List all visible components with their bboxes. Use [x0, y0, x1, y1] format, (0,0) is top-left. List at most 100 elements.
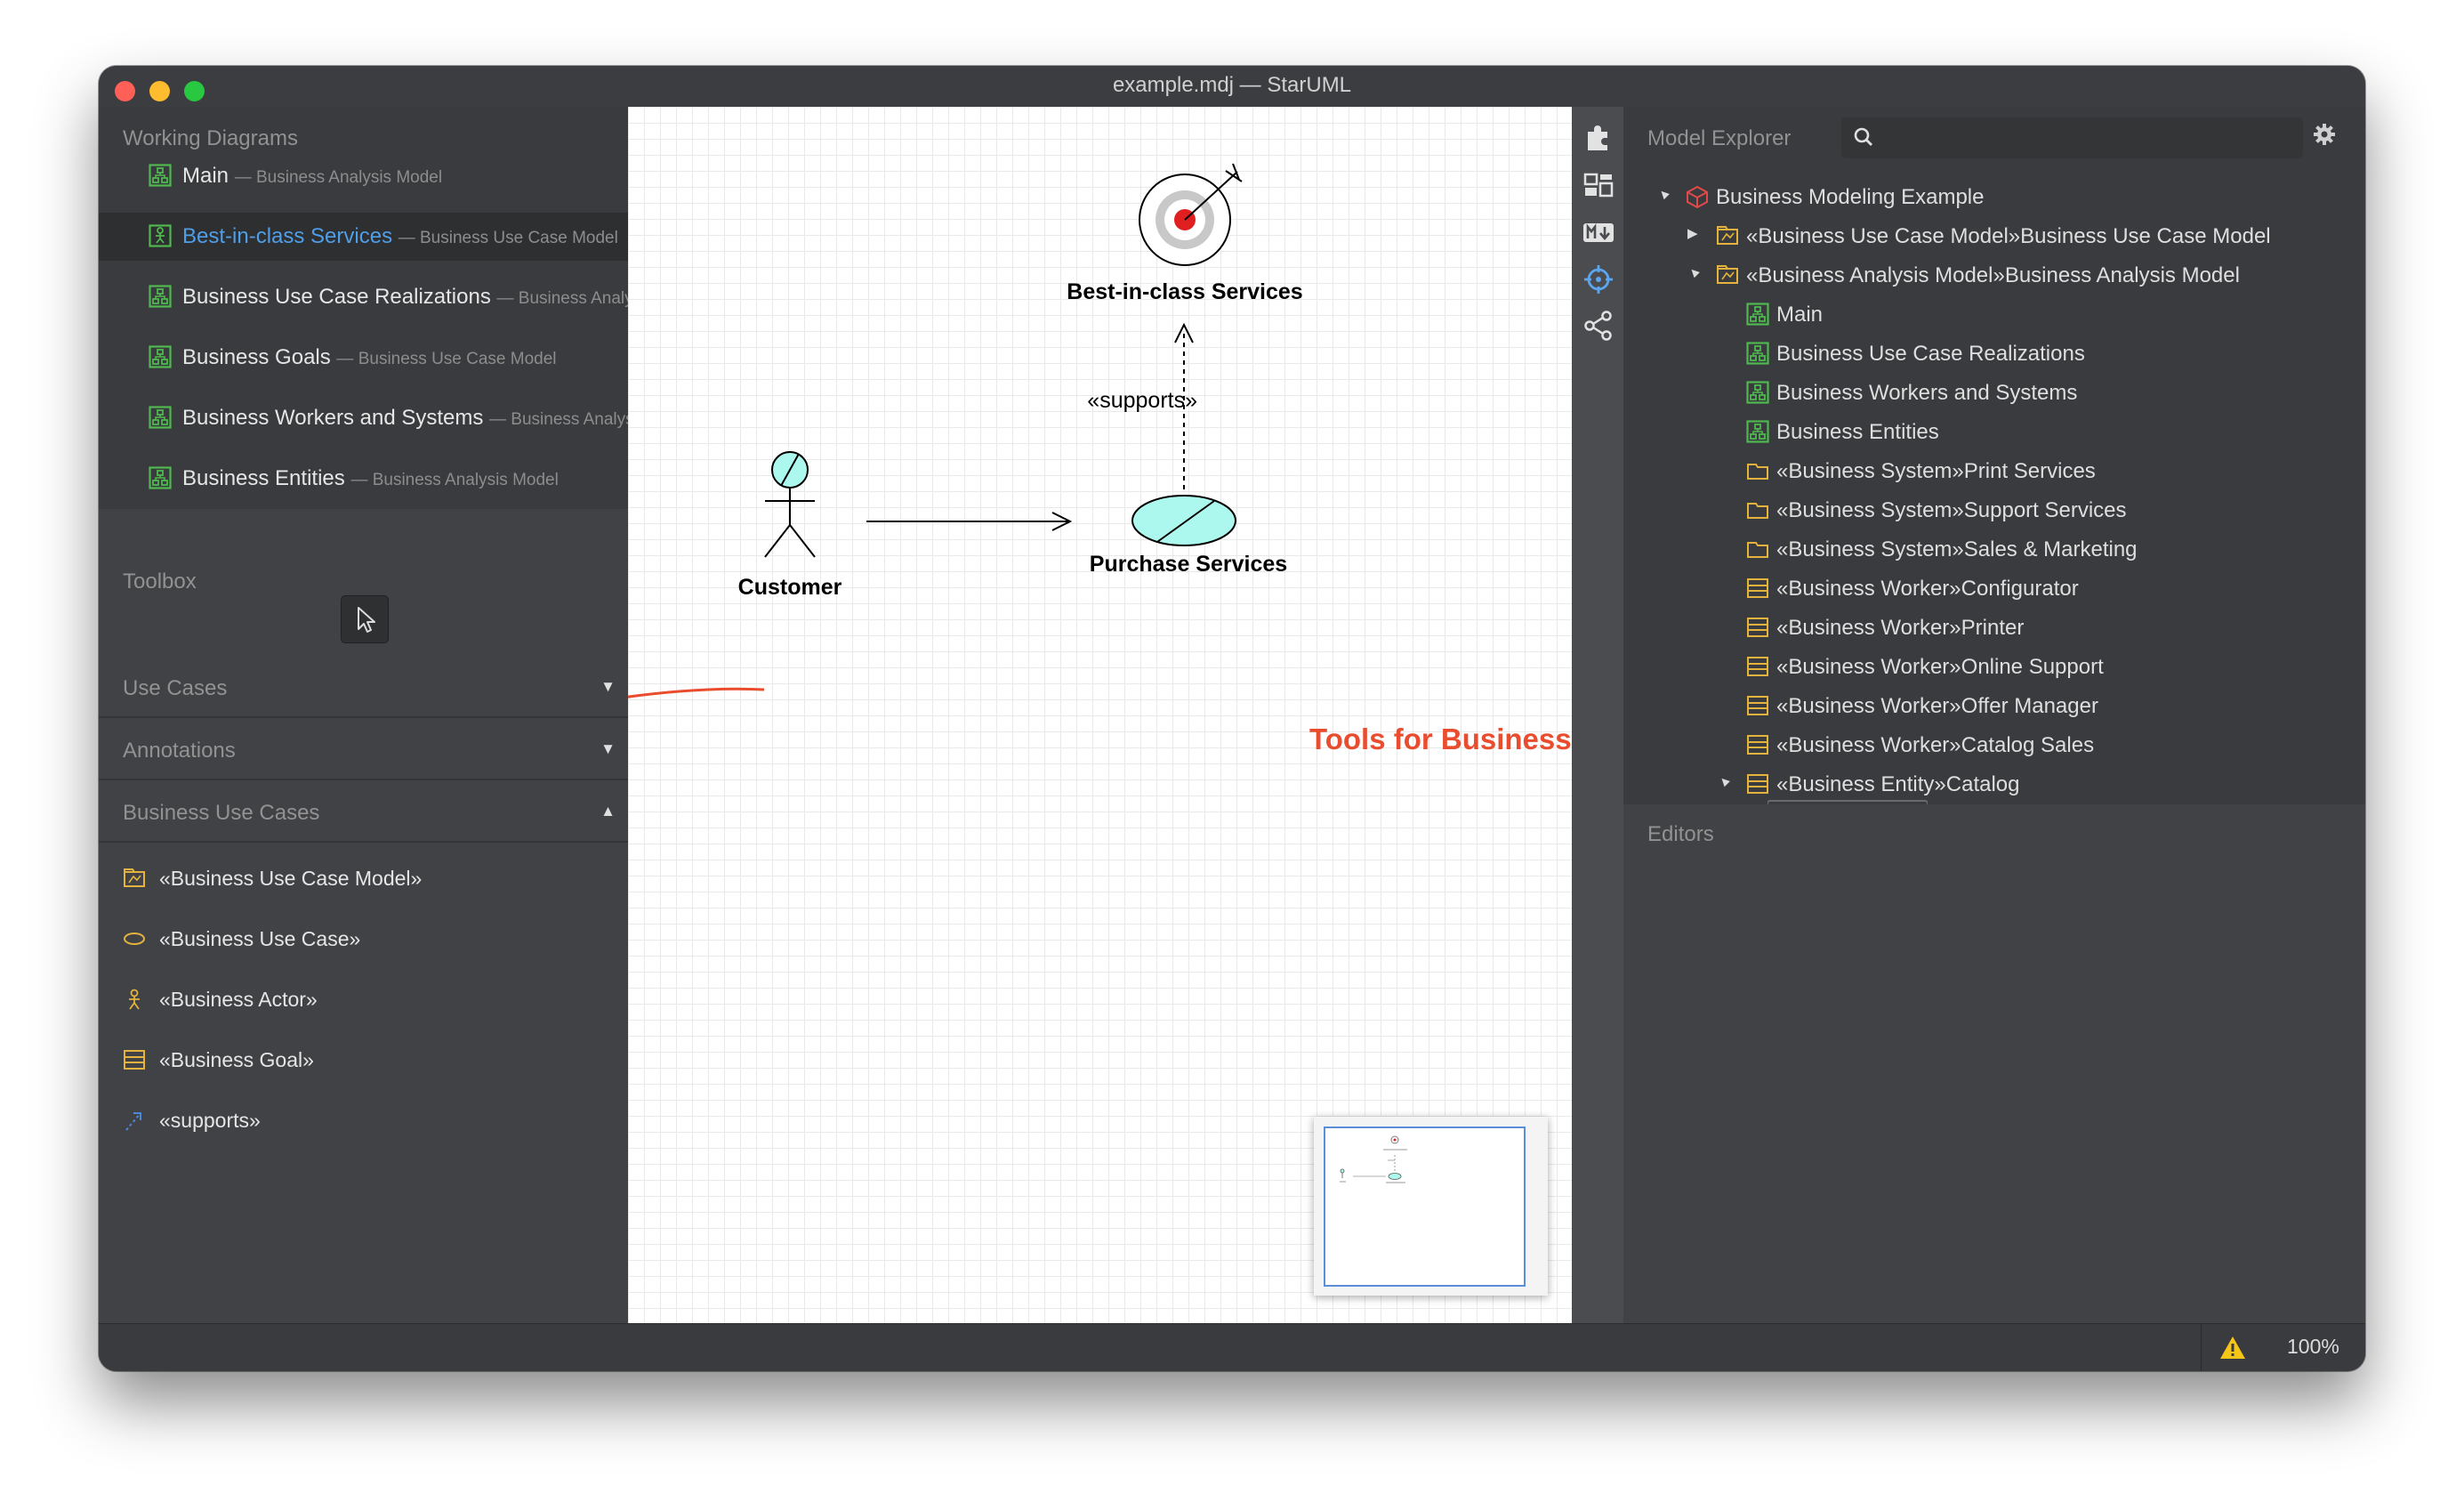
tree-item-label: «Business Worker»Offer Manager	[1776, 694, 2098, 718]
business-use-case[interactable]	[1131, 495, 1236, 546]
layout-button[interactable]	[1582, 169, 1614, 206]
working-diagram-owner: — Business Analysis Model	[234, 168, 443, 187]
working-diagram-owner: — Business Analysis Model	[489, 410, 628, 429]
working-diagrams-title: Working Diagrams	[123, 126, 298, 150]
tree-item[interactable]: «Business Worker»Configurator	[1718, 569, 2335, 609]
working-diagram-item[interactable]: Business Entities — Business Analysis Mo…	[99, 455, 628, 503]
working-diagrams-panel: Working Diagrams Main — Business Analysi…	[99, 107, 628, 509]
model-icon	[1716, 263, 1739, 291]
tree-item[interactable]: «Business System»Print Services	[1718, 452, 2335, 491]
collapse-arrow-icon[interactable]: ▲	[1684, 262, 1704, 283]
toolbox-category[interactable]: Business Use Cases ▲	[99, 787, 628, 843]
business-goal-icon	[123, 1048, 146, 1076]
working-diagram-item[interactable]: Best-in-class Services — Business Use Ca…	[99, 213, 628, 261]
toolbox-category[interactable]: Annotations ▼	[99, 724, 628, 780]
tree-item-label: «Business Worker»Printer	[1776, 616, 2025, 640]
toolbox-category[interactable]: Use Cases ▼	[99, 662, 628, 718]
tree-item-label: «Business Use Case Model»Business Use Ca…	[1746, 224, 2271, 248]
toolbox-tool-label: «Business Use Case»	[159, 927, 361, 950]
working-diagram-name: Business Goals	[182, 345, 331, 369]
diagram-canvas[interactable]: Best-in-class Services «supports» Custom…	[628, 107, 1728, 1323]
tree-item[interactable]: «Business System»Sales & Marketing	[1718, 530, 2335, 569]
tree-item[interactable]: ▲ Business Modeling Example	[1654, 178, 2335, 217]
toolbox-tool-item[interactable]: «Business Use Case Model»	[99, 854, 628, 904]
tree-item[interactable]: ▲ «Business Analysis Model»Business Analy…	[1684, 256, 2335, 295]
working-diagram-name: Best-in-class Services	[182, 224, 393, 248]
folder-icon	[1746, 498, 1769, 526]
tree-item[interactable]: «Business Worker»Printer	[1718, 609, 2335, 648]
toolbox-tool-item[interactable]: «supports»	[99, 1096, 628, 1146]
tree-item[interactable]: Business Workers and Systems	[1718, 374, 2335, 413]
diagram-icon	[149, 164, 172, 191]
expand-arrow-icon[interactable]: ▶	[1687, 225, 1702, 241]
editors-title: Editors	[1647, 822, 1714, 846]
expand-arrow-icon[interactable]: ▼	[600, 678, 616, 696]
toolbox-tool-item[interactable]: «Business Use Case»	[99, 915, 628, 965]
folder-icon	[1746, 459, 1769, 487]
diagram-icon	[1746, 342, 1769, 369]
tree-item-label: «Business Worker»Configurator	[1776, 577, 2079, 601]
tree-item-label: Business Modeling Example	[1716, 185, 1985, 209]
toolbox-category-label: Business Use Cases	[123, 801, 320, 825]
toolbox-tool-label: «Business Use Case Model»	[159, 867, 423, 890]
collapse-arrow-icon[interactable]: ▲	[1654, 183, 1674, 205]
toolbox-category-label: Use Cases	[123, 676, 228, 700]
editors-panel: Editors	[1623, 804, 2365, 1323]
working-diagram-item[interactable]: Business Use Case Realizations — Busines…	[99, 273, 628, 321]
crosshair-icon	[1584, 265, 1613, 294]
supports-label[interactable]: «supports»	[1087, 388, 1197, 413]
tree-item[interactable]: «Business Worker»Catalog Sales	[1718, 726, 2335, 765]
toolbox-tool-item[interactable]: «Business Actor»	[99, 975, 628, 1025]
goal-label[interactable]: Best-in-class Services	[1067, 279, 1302, 304]
association-line[interactable]	[866, 512, 1073, 531]
tree-item-label: «Business System»Support Services	[1776, 498, 2127, 522]
diagram-icon	[1746, 381, 1769, 408]
extensions-button[interactable]	[1582, 121, 1614, 157]
navigator-button[interactable]	[1582, 263, 1614, 300]
tree-item[interactable]: Main	[1718, 295, 2335, 335]
select-tool-button[interactable]	[341, 595, 389, 643]
expand-arrow-icon[interactable]: ▼	[600, 740, 616, 758]
working-diagram-item[interactable]: Business Goals — Business Use Case Model	[99, 334, 628, 382]
diagram-icon	[149, 466, 172, 494]
diagram-icon	[1746, 303, 1769, 330]
collapse-arrow-icon[interactable]: ▲	[600, 803, 616, 820]
minimap[interactable]	[1314, 1117, 1548, 1296]
business-goal-target[interactable]	[1139, 163, 1243, 266]
actor-label[interactable]: Customer	[738, 575, 842, 600]
tree-item[interactable]: «Business System»Support Services	[1718, 491, 2335, 530]
toolbox-title: Toolbox	[123, 569, 197, 594]
model-search-input[interactable]	[1841, 117, 2303, 158]
usecase-label[interactable]: Purchase Services	[1090, 552, 1287, 577]
tree-item-label: «Business System»Print Services	[1776, 459, 2096, 483]
working-diagram-name: Business Entities	[182, 466, 345, 490]
zoom-level[interactable]: 100%	[2287, 1335, 2339, 1359]
working-diagram-owner: — Business Use Case Model	[398, 229, 618, 247]
toolbox-tool-item[interactable]: «Business Goal»	[99, 1036, 628, 1086]
working-diagram-owner: — Business Use Case Model	[336, 350, 557, 368]
tree-item[interactable]: ▶ «Business Use Case Model»Business Use C…	[1687, 217, 2335, 256]
share-button[interactable]	[1582, 310, 1614, 346]
collapse-arrow-icon[interactable]: ▲	[1714, 771, 1735, 792]
tree-item-label: «Business System»Sales & Marketing	[1776, 537, 2138, 561]
minimap-viewport[interactable]	[1324, 1126, 1526, 1287]
tree-item[interactable]: «Business Worker»Offer Manager	[1718, 687, 2335, 726]
side-toolbar	[1572, 107, 1623, 1323]
markdown-button[interactable]	[1582, 216, 1614, 253]
tree-item[interactable]: Business Entities	[1718, 413, 2335, 452]
warning-icon[interactable]	[2219, 1335, 2246, 1361]
business-actor[interactable]	[764, 451, 816, 558]
tree-item[interactable]: Business Use Case Realizations	[1718, 335, 2335, 374]
annotation-arrow-line	[628, 687, 765, 699]
diagram-icon	[149, 345, 172, 373]
working-diagram-item[interactable]: Main — Business Analysis Model	[99, 152, 628, 200]
working-diagram-item[interactable]: Business Workers and Systems — Business …	[99, 394, 628, 442]
class-icon	[1746, 577, 1769, 604]
title-bar: example.mdj — StarUML	[99, 66, 2365, 107]
gear-icon[interactable]	[2312, 122, 2337, 147]
pointer-icon	[358, 607, 375, 633]
class-icon	[1746, 616, 1769, 643]
folder-icon	[1746, 537, 1769, 565]
model-explorer-panel: Model Explorer ▲ Business Modeling Exampl…	[1623, 107, 2365, 804]
tree-item[interactable]: «Business Worker»Online Support	[1718, 648, 2335, 687]
